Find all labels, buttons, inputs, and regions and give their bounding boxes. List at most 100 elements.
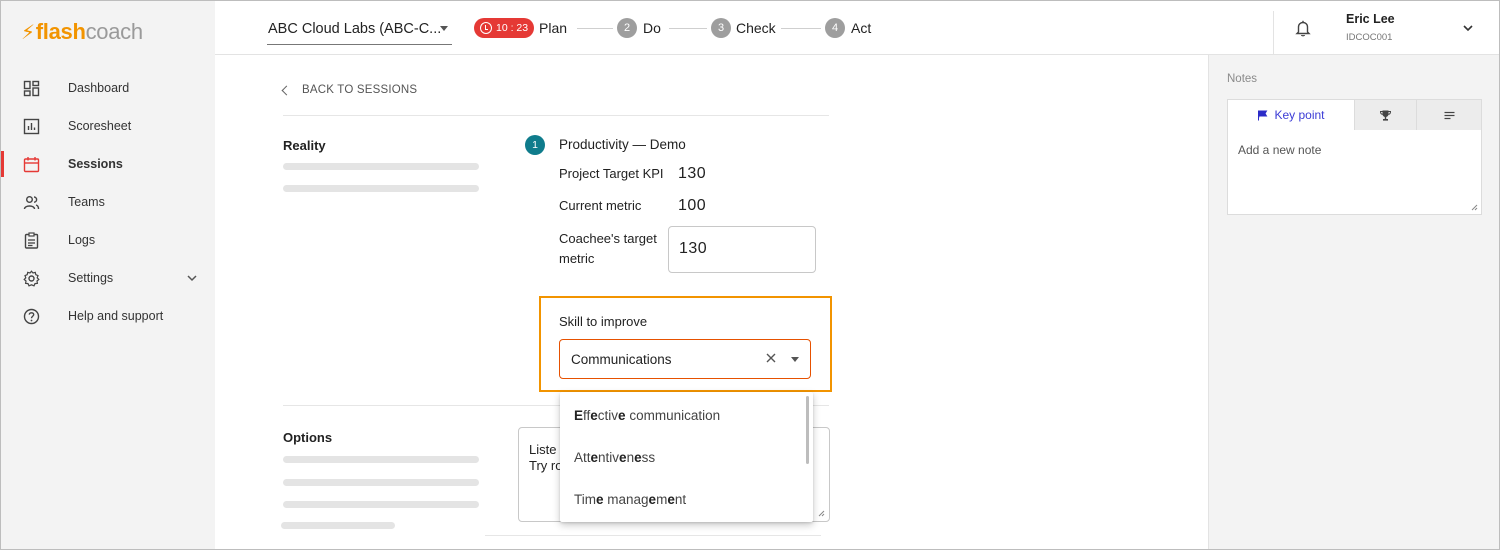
coachee-target-label: Coachee's target [559,231,657,246]
skill-select[interactable]: Communications [559,339,811,379]
sidebar-item-help[interactable]: Help and support [1,297,215,335]
step-connector [669,28,707,29]
step-check[interactable]: Check [736,20,776,36]
dropdown-option-text: e [618,408,626,423]
dropdown-option-text: nt [674,492,687,507]
sidebar-item-scoresheet[interactable]: Scoresheet [1,107,215,145]
tab-notes-list[interactable] [1417,99,1482,131]
user-id: IDCOC001 [1346,32,1393,43]
coachee-target-label-cont: metric [559,251,595,266]
back-label: BACK TO SESSIONS [302,84,418,96]
skeleton-line [283,501,479,508]
dropdown-scrollbar[interactable] [806,396,809,464]
tab-trophy[interactable] [1355,99,1417,131]
logo-coach: coach [85,19,144,44]
dropdown-option-text: e [634,450,642,465]
dropdown-option-text: e [667,492,675,507]
sidebar-item-label: Logs [68,233,96,247]
sidebar-item-label: Settings [68,271,114,285]
kpi-index-badge: 1 [525,135,545,155]
skeleton-line [283,185,479,192]
org-select-value: ABC Cloud Labs (ABC-C... [268,20,442,37]
dropdown-option-text: Tim [574,492,596,507]
resize-handle-icon[interactable] [1470,203,1478,211]
sidebar-item-logs[interactable]: Logs [1,221,215,259]
sidebar-item-label: Teams [68,195,105,209]
notes-title: Notes [1227,73,1258,85]
note-placeholder: Add a new note [1238,143,1322,157]
flag-icon [1258,110,1268,120]
new-note-textarea[interactable]: Add a new note [1227,130,1482,215]
main-content: BACK TO SESSIONS Reality 1 Productivity … [215,55,1208,549]
sidebar-item-dashboard[interactable]: Dashboard [1,69,215,107]
clock-icon [480,22,492,34]
current-metric-label: Current metric [559,198,642,213]
sidebar: ⚡flashcoach Dashboard Scoresheet Session… [1,1,215,549]
dashboard-icon [23,80,40,97]
step-connector [577,28,613,29]
help-icon [23,308,40,325]
trophy-icon [1379,110,1392,121]
project-target-value: 130 [678,165,707,182]
step-do[interactable]: Do [643,20,661,36]
sidebar-item-teams[interactable]: Teams [1,183,215,221]
tab-label: Key point [1274,108,1325,122]
clipboard-icon [23,231,40,249]
section-title-reality: Reality [283,138,326,153]
kpi-name: Productivity [559,137,629,152]
chevron-down-icon[interactable] [185,271,199,285]
skeleton-line [283,456,479,463]
dropdown-option[interactable]: Time management [560,476,813,518]
project-target-label: Project Target KPI [559,166,664,181]
dropdown-option-text: e [619,450,627,465]
step-number: 2 [617,18,637,38]
dropdown-option[interactable]: Attentiveness [560,434,813,476]
user-name: Eric Lee [1346,12,1395,26]
kpi-dash: — [628,137,650,152]
sidebar-item-settings[interactable]: Settings [1,259,215,297]
bolt-icon: ⚡ [21,22,35,44]
skeleton-line [283,479,479,486]
gear-icon [23,269,40,287]
skill-label: Skill to improve [559,314,648,329]
app-window: ⚡flashcoach Dashboard Scoresheet Session… [0,0,1500,550]
step-connector [781,28,821,29]
logo-flash: flash [35,19,86,44]
dropdown-option-text: E [574,408,584,423]
back-to-sessions-link[interactable]: BACK TO SESSIONS [281,84,418,96]
dropdown-option[interactable]: Effective communication [560,392,813,434]
list-icon [1444,111,1454,119]
clear-icon[interactable] [764,351,778,365]
dropdown-option-text: m [656,492,668,507]
chart-icon [23,118,40,135]
skeleton-line [283,163,479,170]
tab-key-point[interactable]: Key point [1227,99,1355,131]
sidebar-nav: Dashboard Scoresheet Sessions Teams Logs… [1,69,215,335]
bell-icon[interactable] [1294,19,1312,37]
section-title-options: Options [283,430,333,445]
dropdown-option-text: e [596,492,604,507]
people-icon [23,194,40,211]
kpi-title: Productivity — Demo [559,137,686,152]
caret-down-icon[interactable] [791,357,799,362]
top-bar: ABC Cloud Labs (ABC-C... 10 : 23 Plan 2 … [215,1,1499,55]
caret-down-icon [440,26,448,31]
step-act[interactable]: Act [851,20,871,36]
resize-handle-icon[interactable] [817,509,825,517]
org-select[interactable]: ABC Cloud Labs (ABC-C... [267,13,452,45]
brand-logo: ⚡flashcoach [21,19,143,45]
chevron-down-icon[interactable] [1461,21,1475,35]
coachee-target-input[interactable]: 130 [668,226,816,273]
chevron-left-icon [281,85,292,95]
notes-panel: Notes Key point Add a new note [1208,55,1499,549]
dropdown-option-text: cti [597,408,612,423]
step-number: 4 [825,18,845,38]
sidebar-item-sessions[interactable]: Sessions [1,145,215,183]
sidebar-item-label: Dashboard [68,81,130,95]
dropdown-option-text: e [590,450,599,465]
skeleton-line [281,522,395,529]
dropdown-option-text: communication [625,408,721,423]
step-plan[interactable]: Plan [539,20,567,36]
sidebar-item-label: Scoresheet [68,119,132,133]
dropdown-option-text: manag [603,492,649,507]
